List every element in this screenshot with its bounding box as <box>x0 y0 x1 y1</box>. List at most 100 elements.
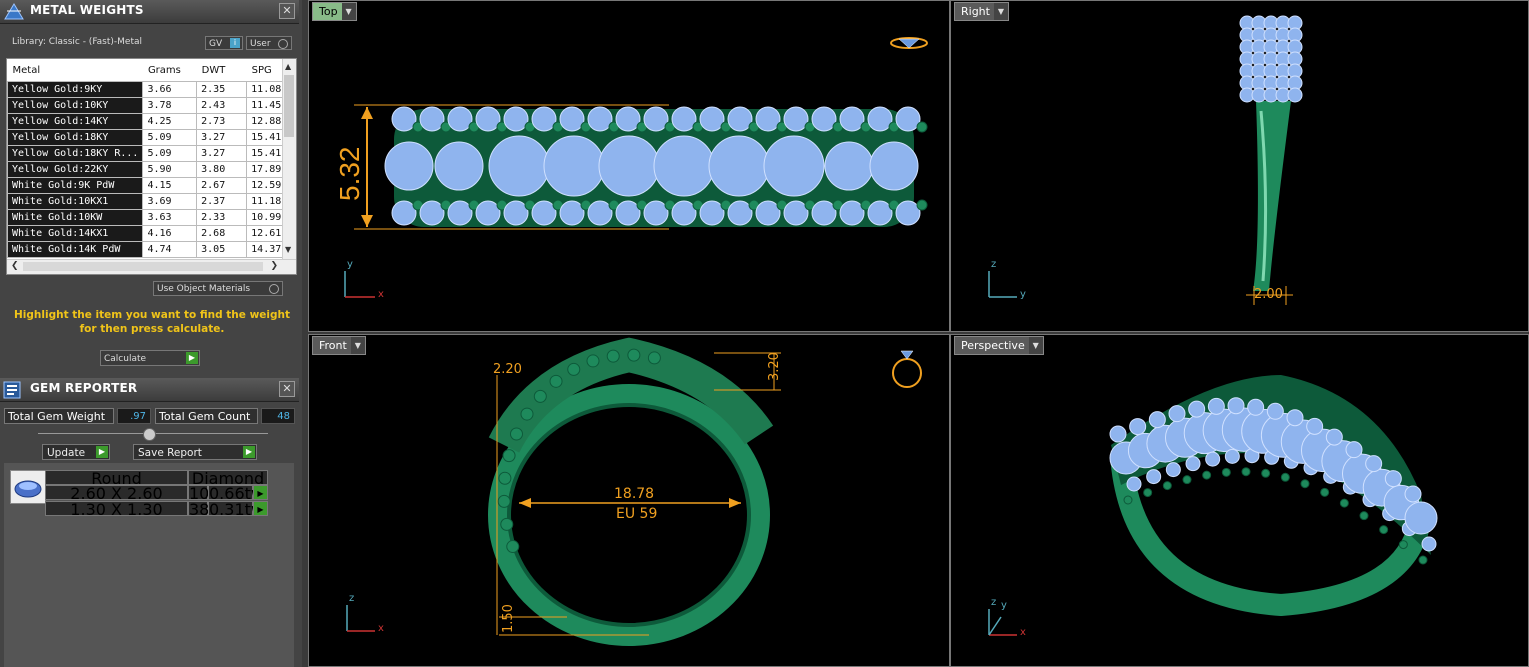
horizontal-scrollbar[interactable]: ❮ ❯ <box>7 259 296 274</box>
perspective-label-text: Perspective <box>961 339 1025 352</box>
total-gem-count-label: Total Gem Count <box>155 408 258 424</box>
chevron-down-icon[interactable]: ▼ <box>1028 337 1043 354</box>
horizontal-scroll-thumb[interactable] <box>23 262 263 271</box>
total-gem-weight-value: .97 <box>117 408 151 424</box>
col-header-grams[interactable]: Grams <box>142 59 197 82</box>
info-icon: i <box>230 38 240 48</box>
table-row[interactable]: Yellow Gold:10KY 3.78 2.43 11.45 <box>7 97 296 114</box>
table-cell: 4.25 <box>142 113 198 130</box>
use-object-materials-label: Use Object Materials <box>157 284 251 294</box>
update-button[interactable]: Update ▶ <box>42 444 110 460</box>
gem-weight-cell: 0.66tw <box>208 484 264 503</box>
total-gem-weight-label: Total Gem Weight <box>4 408 114 424</box>
library-label: Library: Classic - (Fast)-Metal <box>12 37 143 47</box>
table-cell: 3.69 <box>142 193 198 210</box>
axis-z-label: z <box>991 259 997 270</box>
metal-weights-header: METAL WEIGHTS ✕ <box>0 0 299 24</box>
metal-weights-title: METAL WEIGHTS <box>30 3 144 17</box>
viewport-right-label[interactable]: Right ▼ <box>954 2 1009 21</box>
table-cell: 5.90 <box>142 161 198 178</box>
save-report-label: Save Report <box>138 447 202 459</box>
viewport-perspective[interactable]: Perspective ▼ z y x <box>950 334 1529 667</box>
gem-reporter-header: GEM REPORTER ✕ <box>0 378 299 402</box>
user-label: User <box>250 39 271 49</box>
axis-y-label: y <box>1020 289 1026 300</box>
axis-x-label: x <box>1020 627 1026 638</box>
scroll-up-icon[interactable]: ▲ <box>285 62 291 71</box>
front-label-text: Front <box>319 339 347 352</box>
table-row[interactable]: White Gold:14K PdW 4.74 3.05 14.37 <box>7 241 296 258</box>
table-row[interactable]: Yellow Gold:18KY 5.09 3.27 15.41 <box>7 129 296 146</box>
splitter-handle[interactable] <box>143 428 156 441</box>
viewport-right[interactable]: Right ▼ 2.00 z y <box>950 0 1529 332</box>
gem-count-cell: 38 <box>188 500 210 519</box>
axis-x-label: x <box>378 623 384 634</box>
viewport-front-label[interactable]: Front ▼ <box>312 336 366 355</box>
calculate-button[interactable]: Calculate ▶ <box>100 350 200 366</box>
play-icon: ▶ <box>96 446 108 458</box>
table-row[interactable]: White Gold:10KX1 3.69 2.37 11.18 <box>7 193 296 210</box>
scroll-right-icon[interactable]: ❯ <box>270 261 278 271</box>
viewport-top-label[interactable]: Top ▼ <box>312 2 357 21</box>
gv-toggle[interactable]: GV i <box>205 36 243 50</box>
use-object-materials-dropdown[interactable]: Use Object Materials <box>153 281 283 296</box>
gem-shape-header: Round <box>45 470 188 487</box>
table-row[interactable]: Yellow Gold:22KY 5.90 3.80 17.89 <box>7 161 296 178</box>
right-view-render <box>988 15 1303 305</box>
gem-count-cell: 10 <box>188 484 210 503</box>
vertical-scroll-thumb[interactable] <box>284 75 294 137</box>
table-cell: 3.05 <box>196 241 248 258</box>
axis-y-label: y <box>347 259 353 270</box>
table-cell: Yellow Gold:18KY R... <box>7 145 144 162</box>
table-row[interactable]: White Gold:14KX1 4.16 2.68 12.61 <box>7 225 296 242</box>
total-gem-count-value: 48 <box>261 408 295 424</box>
update-label: Update <box>47 447 86 459</box>
chevron-down-icon[interactable]: ▼ <box>350 337 365 354</box>
table-row[interactable]: White Gold:9K PdW 4.15 2.67 12.59 <box>7 177 296 194</box>
table-cell: 4.15 <box>142 177 198 194</box>
user-toggle[interactable]: User <box>246 36 292 50</box>
right-width-dimension: 2.00 <box>1254 287 1283 302</box>
chevron-down-icon[interactable]: ▼ <box>341 3 356 20</box>
vertical-scrollbar[interactable]: ▲ ▼ <box>282 59 296 259</box>
axis-x-label: x <box>378 289 384 300</box>
front-ring-size: EU 59 <box>616 506 658 522</box>
viewport-top[interactable]: Top ▼ 5.32 y x <box>308 0 950 332</box>
viewport-perspective-label[interactable]: Perspective ▼ <box>954 336 1044 355</box>
table-row[interactable]: Yellow Gold:18KY R... 5.09 3.27 15.41 <box>7 145 296 162</box>
table-row[interactable]: Yellow Gold:9KY 3.66 2.35 11.08 <box>7 81 296 98</box>
radio-icon <box>278 39 288 49</box>
gem-reporter-icon <box>3 381 21 399</box>
table-cell: White Gold:10KX1 <box>7 193 144 210</box>
table-cell: 3.66 <box>142 81 198 98</box>
scroll-left-icon[interactable]: ❮ <box>11 261 19 271</box>
table-cell: Yellow Gold:9KY <box>7 81 144 98</box>
table-cell: 5.09 <box>142 129 198 146</box>
gem-row-play-icon[interactable]: ▶ <box>253 485 268 500</box>
gem-weight-cell: 0.31tw <box>208 500 264 519</box>
table-cell: White Gold:9K PdW <box>7 177 144 194</box>
top-label-text: Top <box>319 5 338 18</box>
table-cell: 3.80 <box>196 161 248 178</box>
viewport-front[interactable]: Front ▼ 2.20 3.20 18.78 EU 59 1.50 z x <box>308 334 950 667</box>
radio-icon <box>269 284 279 294</box>
table-cell: 2.33 <box>196 209 248 226</box>
scroll-down-icon[interactable]: ▼ <box>285 245 291 254</box>
close-gem-reporter-icon[interactable]: ✕ <box>279 381 295 397</box>
col-header-dwt[interactable]: DWT <box>196 59 247 82</box>
round-gem-thumbnail[interactable] <box>10 470 46 504</box>
save-report-button[interactable]: Save Report ▶ <box>133 444 257 460</box>
table-cell: Yellow Gold:14KY <box>7 113 144 130</box>
close-metal-weights-icon[interactable]: ✕ <box>279 3 295 19</box>
metal-weights-table[interactable]: Metal Grams DWT SPG Yellow Gold:9KY 3.66 2… <box>6 58 297 275</box>
table-row[interactable]: Yellow Gold:14KY 4.25 2.73 12.88 <box>7 113 296 130</box>
chevron-down-icon[interactable]: ▼ <box>993 3 1008 20</box>
table-row[interactable]: White Gold:10KW 3.63 2.33 10.99 <box>7 209 296 226</box>
gem-row-play-icon[interactable]: ▶ <box>253 501 268 516</box>
front-top-right-dimension: 3.20 <box>767 352 782 381</box>
gem-size-cell: 2.60 X 2.60 <box>45 485 188 502</box>
table-cell: 4.74 <box>142 241 198 258</box>
table-header-row: Metal Grams DWT SPG <box>7 59 296 82</box>
gem-reporter-title: GEM REPORTER <box>30 381 138 395</box>
col-header-metal[interactable]: Metal <box>7 59 143 82</box>
